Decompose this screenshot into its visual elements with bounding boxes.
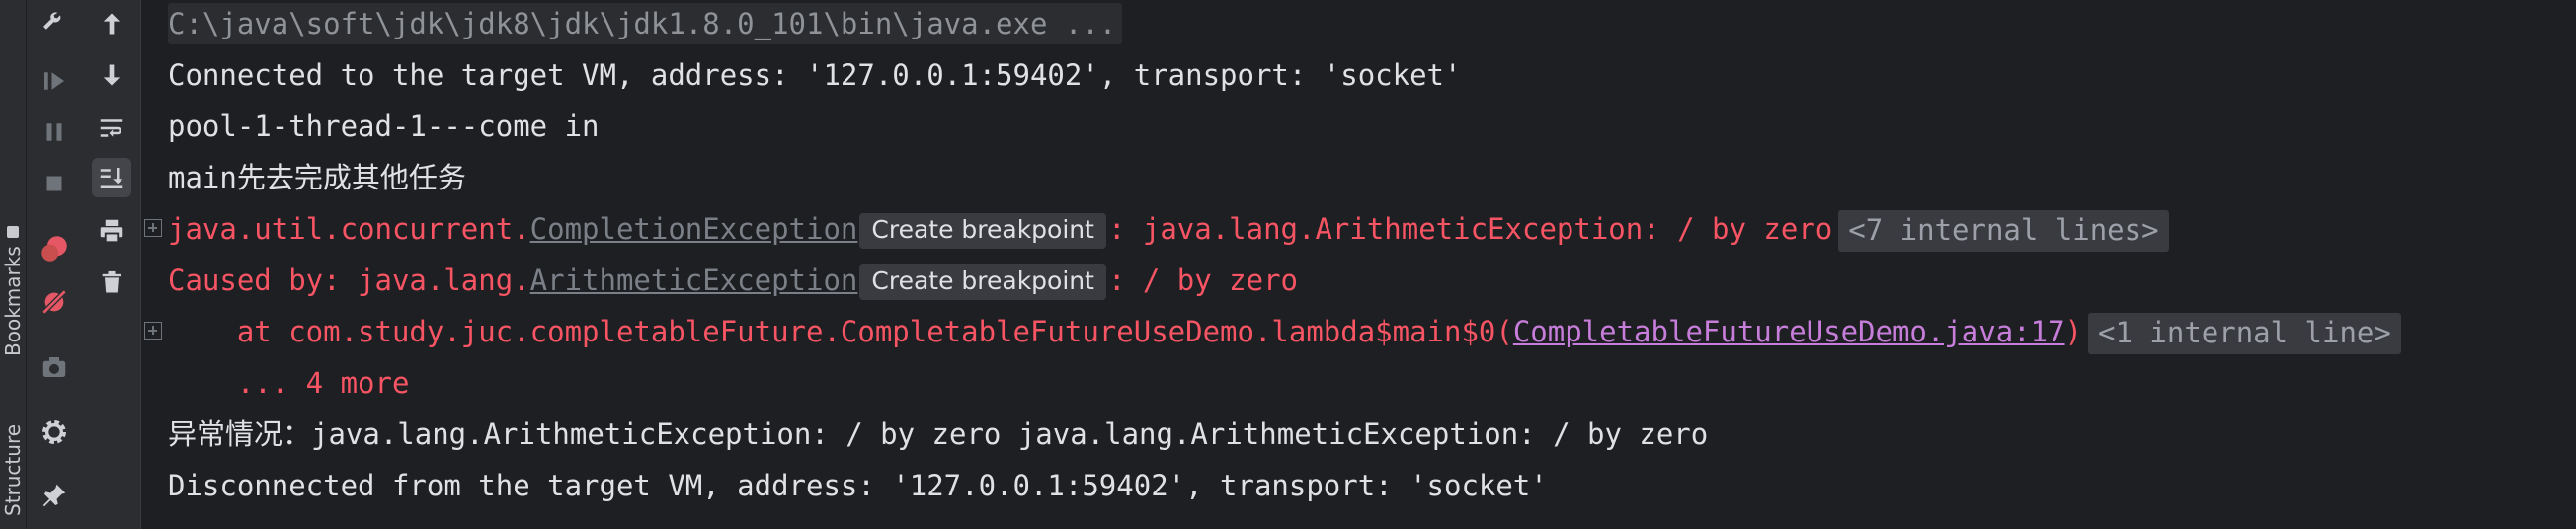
mute-breakpoints-icon[interactable] [35, 282, 74, 322]
trash-icon[interactable] [92, 263, 131, 302]
camera-icon[interactable] [35, 347, 74, 387]
caused-by-message: : / by zero [1107, 264, 1299, 297]
arrow-up-icon[interactable] [92, 4, 131, 43]
soft-wrap-icon[interactable] [92, 109, 131, 148]
stack-frame-close: ) [2064, 315, 2083, 348]
caused-by-class-link[interactable]: ArithmeticException [530, 264, 858, 297]
thread-output-line: pool-1-thread-1---come in [168, 110, 600, 143]
create-breakpoint-button[interactable]: Create breakpoint [859, 213, 1106, 249]
console-toolbar [83, 0, 141, 529]
side-tab-strip: Bookmarks Structure [0, 0, 27, 529]
resume-icon[interactable] [35, 61, 74, 101]
wrench-icon[interactable] [35, 0, 74, 39]
internal-line-fold[interactable]: <1 internal line> [2088, 313, 2401, 354]
expand-fold-icon[interactable] [144, 219, 162, 237]
exception-package: java.util.concurrent. [168, 212, 530, 246]
source-file-link[interactable]: CompletableFutureUseDemo.java:17 [1513, 315, 2065, 348]
stack-trace-line: at com.study.juc.completableFuture.Compl… [168, 310, 2401, 354]
stop-icon[interactable] [35, 164, 74, 203]
scroll-to-end-icon[interactable] [92, 158, 131, 197]
settings-icon[interactable] [35, 413, 74, 452]
bookmarks-tab[interactable]: Bookmarks [0, 219, 26, 363]
print-icon[interactable] [92, 211, 131, 251]
command-text: C:\java\soft\jdk\jdk8\jdk\jdk1.8.0_101\b… [168, 3, 1123, 44]
debug-toolbar [27, 0, 82, 529]
main-output-line: main先去完成其他任务 [168, 161, 466, 194]
exception-class-link[interactable]: CompletionException [530, 212, 858, 246]
exception-message: : java.lang.ArithmeticException: / by ze… [1107, 212, 1833, 246]
structure-tab[interactable]: Structure [0, 411, 26, 529]
caused-by-line: Caused by: java.lang.ArithmeticException… [168, 259, 1298, 302]
arrow-down-icon[interactable] [92, 55, 131, 95]
bookmarks-tab-label: Bookmarks [1, 246, 25, 356]
caused-by-prefix: Caused by: java.lang. [168, 264, 530, 297]
structure-tab-label: Structure [1, 423, 25, 516]
view-breakpoints-icon[interactable] [35, 229, 74, 268]
exception-line: java.util.concurrent.CompletionException… [168, 207, 2169, 252]
abnormal-output-line: 异常情况：java.lang.ArithmeticException: / by… [168, 417, 1709, 451]
connected-line: Connected to the target VM, address: '12… [168, 58, 1462, 92]
pause-icon[interactable] [35, 113, 74, 152]
pin-icon[interactable] [35, 476, 74, 515]
expand-fold-icon[interactable] [144, 322, 162, 340]
more-frames-line: ... 4 more [168, 366, 410, 400]
disconnected-line: Disconnected from the target VM, address… [168, 469, 1548, 502]
internal-lines-fold[interactable]: <7 internal lines> [1838, 210, 2169, 252]
create-breakpoint-button[interactable]: Create breakpoint [859, 264, 1106, 300]
bookmark-icon [7, 226, 19, 239]
console-command-line: C:\java\soft\jdk\jdk8\jdk\jdk1.8.0_101\b… [168, 2, 1123, 45]
stack-frame-text: at com.study.juc.completableFuture.Compl… [168, 315, 1513, 348]
